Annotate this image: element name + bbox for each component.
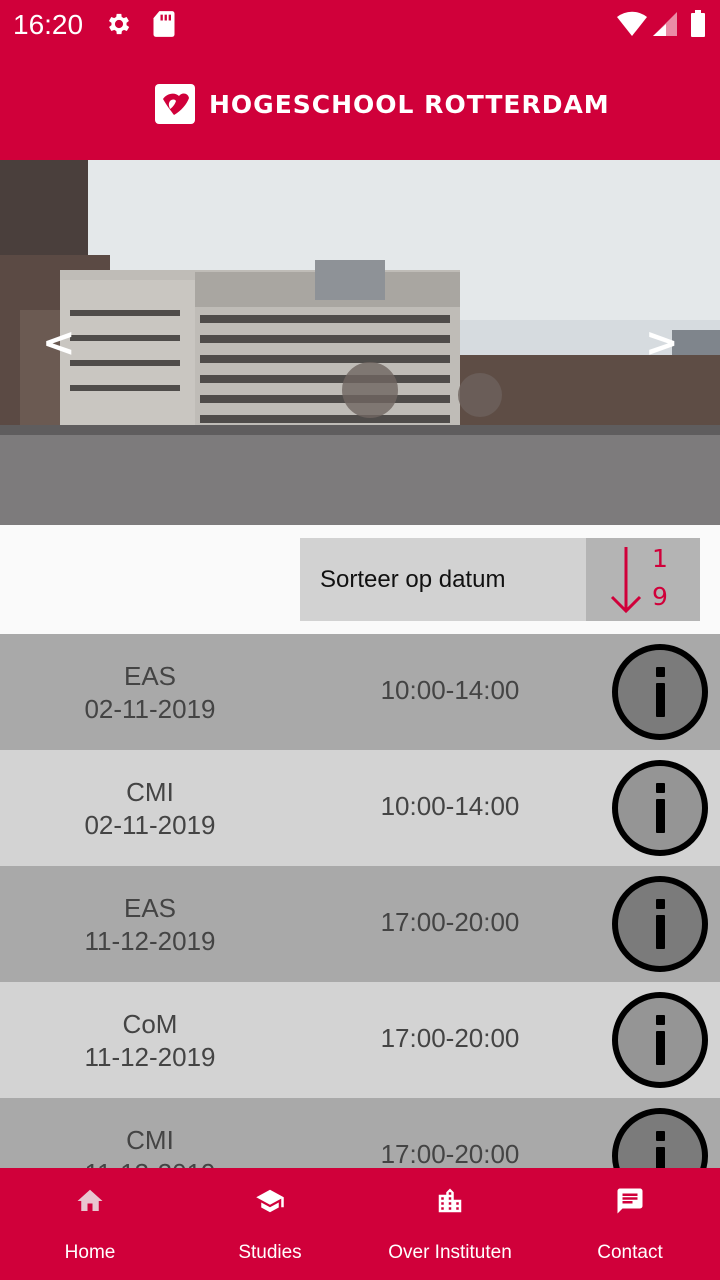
status-bar: 16:20 [0,0,720,48]
battery-icon [690,10,706,43]
event-institute: EAS [123,661,177,691]
event-date: 11-12-2019 [84,926,216,956]
event-info: CMI 02-11-2019 [50,776,250,842]
info-icon [656,783,665,793]
nav-label: Contact [597,1242,663,1263]
event-info: CMI 11-12-2019 [50,1124,250,1168]
app-header: HOGESCHOOL ROTTERDAM [0,48,720,160]
nav-over-instituten[interactable]: Over Instituten [360,1168,540,1280]
hogeschool-logo: HOGESCHOOL ROTTERDAM [155,84,610,124]
list-item: EAS 11-12-2019 17:00-20:00 [0,866,720,982]
sd-card-icon [152,10,176,43]
nav-label: Studies [238,1242,302,1263]
nav-home[interactable]: Home [0,1168,180,1280]
info-icon [656,1015,665,1025]
nav-label: Over Instituten [388,1242,512,1263]
info-icon [656,667,665,677]
list-item: EAS 02-11-2019 10:00-14:00 [0,634,720,750]
sort-digit-top: 1 [652,544,668,573]
event-info: EAS 11-12-2019 [50,892,250,958]
logo-mark-icon [155,84,195,124]
sort-digit-bottom: 9 [652,582,668,611]
event-time: 10:00-14:00 [380,675,520,705]
sort-bar: Sorteer op datum 1 9 [0,525,720,634]
bottom-navigation: Home Studies Over Instituten Contact [0,1168,720,1280]
carousel-prev-button[interactable]: < [42,320,76,366]
gear-icon [105,10,133,43]
list-item: CMI 02-11-2019 10:00-14:00 [0,750,720,866]
event-institute: CMI [126,777,174,807]
event-institute: CMI [126,1125,174,1155]
nav-studies[interactable]: Studies [180,1168,360,1280]
event-date: 02-11-2019 [84,694,216,724]
hero-carousel[interactable]: < > [0,160,720,525]
chat-icon [617,1188,643,1214]
event-institute: CoM [122,1009,178,1039]
graduation-cap-icon [256,1189,284,1213]
event-time: 17:00-20:00 [380,1139,520,1168]
event-info: CoM 11-12-2019 [50,1008,250,1074]
info-button[interactable] [612,876,708,972]
event-time: 17:00-20:00 [380,907,520,937]
building-icon [438,1188,462,1213]
event-date: 11-12-2019 [84,1042,216,1072]
nav-contact[interactable]: Contact [540,1168,720,1280]
signal-icon [652,10,678,43]
list-item: CMI 11-12-2019 17:00-20:00 [0,1098,720,1168]
sort-by-date-button[interactable]: Sorteer op datum 1 9 [300,538,700,621]
wifi-icon [616,10,648,43]
nav-label: Home [64,1242,116,1263]
event-list[interactable]: EAS 02-11-2019 10:00-14:00 CMI 02-11-201… [0,634,720,1168]
event-date: 02-11-2019 [84,810,216,840]
sort-label: Sorteer op datum [320,566,506,593]
event-info: EAS 02-11-2019 [50,660,250,726]
event-institute: EAS [123,893,177,923]
info-button[interactable] [612,1108,708,1168]
logo-text: HOGESCHOOL ROTTERDAM [209,89,610,119]
info-button[interactable] [612,760,708,856]
list-item: CoM 11-12-2019 17:00-20:00 [0,982,720,1098]
event-date: 11-12-2019 [50,1157,250,1168]
info-button[interactable] [612,644,708,740]
info-icon [656,1131,665,1141]
event-time: 17:00-20:00 [380,1023,520,1053]
campus-building-photo [0,160,720,525]
sort-descending-icon: 1 9 [586,538,700,621]
status-time: 16:20 [13,9,84,40]
info-icon [656,899,665,909]
event-time: 10:00-14:00 [380,791,520,821]
home-icon [77,1189,103,1211]
carousel-next-button[interactable]: > [645,320,679,366]
info-button[interactable] [612,992,708,1088]
